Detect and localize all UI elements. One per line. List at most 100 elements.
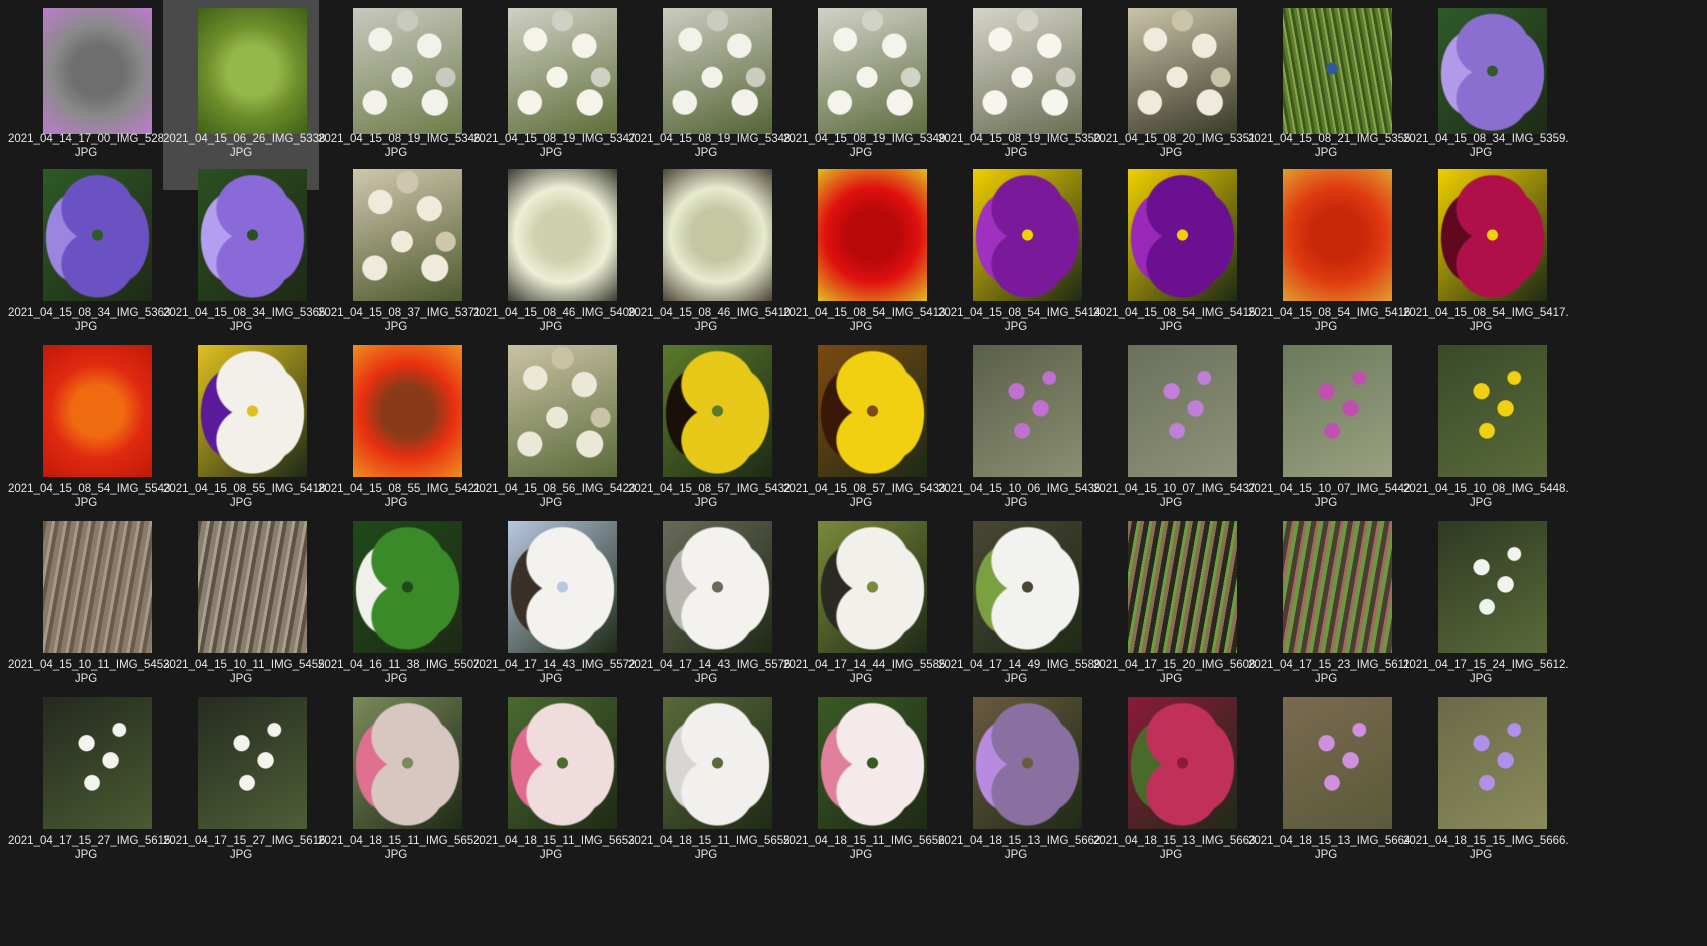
photo-image — [818, 697, 927, 829]
file-item[interactable]: 2021_04_18_15_11_IMG_5652. JPG — [318, 688, 483, 878]
file-item[interactable]: 2021_04_18_15_13_IMG_5662. JPG — [938, 688, 1104, 878]
file-item[interactable]: 2021_04_18_15_13_IMG_5664. JPG — [1248, 688, 1414, 878]
file-thumbnail — [973, 345, 1082, 477]
file-item[interactable]: 2021_04_17_14_43_IMG_5576. JPG — [628, 512, 794, 702]
file-item[interactable]: 2021_04_17_14_49_IMG_5589. JPG — [938, 512, 1104, 702]
file-name: 2021_04_15_08_34_IMG_5359. JPG — [1403, 132, 1569, 160]
photo-image — [1128, 8, 1237, 134]
file-item[interactable]: 2021_04_15_08_54_IMG_5414. JPG — [938, 160, 1104, 350]
file-item[interactable]: 2021_04_15_08_54_IMG_5543. JPG — [8, 336, 174, 526]
file-thumbnail — [818, 169, 927, 301]
file-name-line: 2021_04_18_15_13_IMG_5663. — [1093, 835, 1259, 847]
file-name-line: 2021_04_15_08_54_IMG_5417. — [1403, 307, 1569, 319]
file-item[interactable]: 2021_04_15_08_55_IMG_5421. JPG — [318, 336, 484, 526]
file-item[interactable]: 2021_04_18_15_13_IMG_5663. JPG — [1093, 688, 1259, 878]
file-name: 2021_04_18_15_15_IMG_5666. JPG — [1403, 834, 1569, 862]
file-extension: JPG — [74, 321, 98, 333]
photo-image — [663, 521, 772, 653]
file-item[interactable]: 2021_04_15_10_11_IMG_5455. JPG — [163, 512, 328, 702]
file-item[interactable]: 2021_04_15_08_57_IMG_5432. JPG — [628, 336, 794, 526]
photo-image — [973, 8, 1082, 134]
file-name-line: 2021_04_17_15_24_IMG_5612. — [1403, 659, 1569, 671]
file-name-line: 2021_04_17_15_27_IMG_5615. — [8, 835, 174, 847]
photo-image — [198, 8, 307, 134]
file-item[interactable]: 2021_04_17_15_27_IMG_5616. JPG — [163, 688, 329, 878]
file-item[interactable]: 2021_04_15_10_07_IMG_5437. JPG — [1093, 336, 1259, 526]
file-name-line: 2021_04_15_08_54_IMG_5543. — [8, 483, 174, 495]
file-item[interactable]: 2021_04_15_08_34_IMG_5365. JPG — [163, 160, 329, 350]
file-item[interactable]: 2021_04_15_08_55_IMG_5418. JPG — [163, 336, 329, 526]
file-name-line: 2021_04_15_10_11_IMG_5453. — [8, 659, 173, 671]
photo-image — [1438, 697, 1547, 829]
file-item[interactable]: 2021_04_17_15_23_IMG_5611. JPG — [1248, 512, 1413, 702]
file-thumbnail — [43, 521, 152, 653]
file-extension: JPG — [384, 321, 408, 333]
file-extension: JPG — [539, 497, 563, 509]
file-item[interactable]: 2021_04_16_11_38_IMG_5507. JPG — [318, 512, 483, 702]
file-item[interactable]: 2021_04_17_15_20_IMG_5608. JPG — [1093, 512, 1259, 702]
file-name-line: 2021_04_18_15_11_IMG_5652. — [318, 835, 483, 847]
file-extension: JPG — [1004, 147, 1028, 159]
photo-image — [43, 8, 152, 134]
file-item[interactable]: 2021_04_15_10_07_IMG_5442. JPG — [1248, 336, 1414, 526]
file-item[interactable]: 2021_04_15_08_34_IMG_5363. JPG — [8, 160, 174, 350]
file-item[interactable]: 2021_04_15_08_56_IMG_5423. JPG — [473, 336, 639, 526]
file-name-line: 2021_04_15_08_37_IMG_5371. — [318, 307, 484, 319]
file-item[interactable]: 2021_04_15_10_08_IMG_5448. JPG — [1403, 336, 1569, 526]
file-thumbnail — [43, 169, 152, 301]
file-name-line: 2021_04_15_10_07_IMG_5437. — [1093, 483, 1259, 495]
photo-image — [663, 169, 772, 301]
file-name: 2021_04_15_10_11_IMG_5455. JPG — [163, 658, 328, 686]
file-item[interactable]: 2021_04_18_15_11_IMG_5653. JPG — [473, 688, 638, 878]
file-item[interactable]: 2021_04_15_08_54_IMG_5413. JPG — [783, 160, 949, 350]
file-thumbnail — [43, 697, 152, 829]
file-item[interactable]: 2021_04_17_15_27_IMG_5615. JPG — [8, 688, 174, 878]
file-item[interactable]: 2021_04_18_15_15_IMG_5666. JPG — [1403, 688, 1569, 878]
file-extension: JPG — [384, 849, 408, 861]
file-name-line: 2021_04_15_10_07_IMG_5442. — [1248, 483, 1414, 495]
file-name-line: 2021_04_15_08_21_IMG_5355. — [1248, 133, 1414, 145]
file-item[interactable]: 2021_04_15_08_46_IMG_5410. JPG — [628, 160, 794, 350]
file-thumbnail — [1283, 8, 1392, 134]
file-name-line: 2021_04_18_15_11_IMG_5656. — [783, 835, 948, 847]
file-item[interactable]: 2021_04_15_08_37_IMG_5371. JPG — [318, 160, 484, 350]
file-name: 2021_04_15_08_54_IMG_5417. JPG — [1403, 306, 1569, 334]
file-name: 2021_04_18_15_11_IMG_5656. JPG — [783, 834, 948, 862]
file-item[interactable]: 2021_04_15_08_57_IMG_5433. JPG — [783, 336, 949, 526]
file-name: 2021_04_15_08_55_IMG_5421. JPG — [318, 482, 484, 510]
file-item[interactable]: 2021_04_17_14_44_IMG_5585. JPG — [783, 512, 949, 702]
file-item[interactable]: 2021_04_18_15_11_IMG_5655. JPG — [628, 688, 793, 878]
file-name: 2021_04_18_15_13_IMG_5662. JPG — [938, 834, 1104, 862]
file-item[interactable]: 2021_04_15_08_54_IMG_5415. JPG — [1093, 160, 1259, 350]
file-name: 2021_04_17_15_23_IMG_5611. JPG — [1248, 658, 1413, 686]
file-item[interactable]: 2021_04_15_08_46_IMG_5409. JPG — [473, 160, 639, 350]
file-item[interactable]: 2021_04_17_14_43_IMG_5572. JPG — [473, 512, 639, 702]
file-item[interactable]: 2021_04_15_10_11_IMG_5453. JPG — [8, 512, 173, 702]
file-item[interactable]: 2021_04_15_08_54_IMG_5416. JPG — [1248, 160, 1414, 350]
file-thumbnail — [1283, 697, 1392, 829]
photo-image — [508, 521, 617, 653]
photo-image — [973, 697, 1082, 829]
file-item[interactable]: 2021_04_17_15_24_IMG_5612. JPG — [1403, 512, 1569, 702]
file-thumbnail — [663, 169, 772, 301]
file-name-line: 2021_04_18_15_11_IMG_5653. — [473, 835, 638, 847]
photo-image — [1128, 697, 1237, 829]
file-name: 2021_04_15_08_19_IMG_5348. JPG — [628, 132, 794, 160]
file-name: 2021_04_17_14_43_IMG_5576. JPG — [628, 658, 794, 686]
file-name-line: 2021_04_15_08_56_IMG_5423. — [473, 483, 639, 495]
file-name: 2021_04_18_15_11_IMG_5653. JPG — [473, 834, 638, 862]
file-extension: JPG — [694, 497, 718, 509]
photo-image — [818, 8, 927, 134]
file-name: 2021_04_15_08_54_IMG_5415. JPG — [1093, 306, 1259, 334]
file-extension: JPG — [229, 147, 253, 159]
file-thumbnail — [508, 8, 617, 134]
file-extension: JPG — [1004, 497, 1028, 509]
file-item[interactable]: 2021_04_15_08_54_IMG_5417. JPG — [1403, 160, 1569, 350]
file-thumbnail — [198, 697, 307, 829]
file-item[interactable]: 2021_04_15_10_06_IMG_5435. JPG — [938, 336, 1104, 526]
file-item[interactable]: 2021_04_18_15_11_IMG_5656. JPG — [783, 688, 948, 878]
file-extension: JPG — [384, 497, 408, 509]
file-thumbnail — [1438, 521, 1547, 653]
file-name-line: 2021_04_18_15_11_IMG_5655. — [628, 835, 793, 847]
photo-image — [198, 521, 307, 653]
